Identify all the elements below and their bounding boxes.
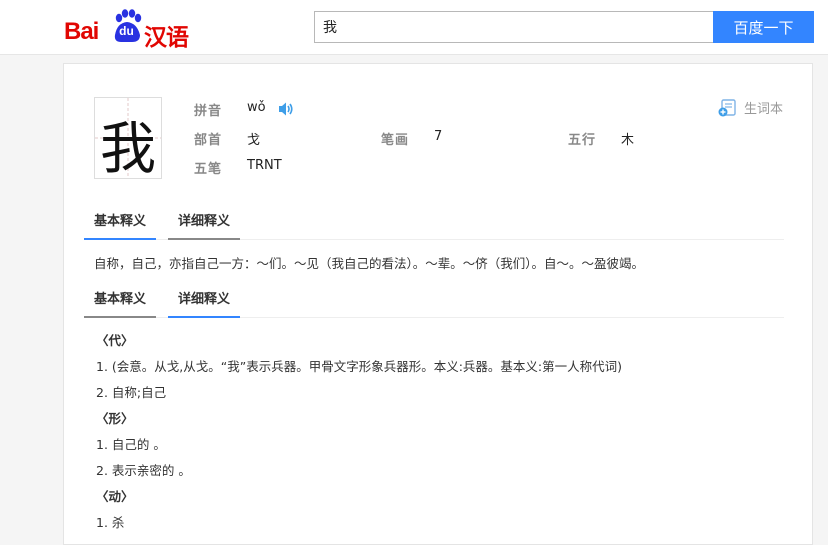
baidu-hanyu-logo[interactable]: Bai du 汉语 xyxy=(64,8,194,51)
detailed-definition-list: 〈代〉 1. (会意。从戈,从戈。“我”表示兵器。甲骨文字形象兵器形。本义:兵器… xyxy=(96,330,622,538)
tabs-lower: 基本释义 详细释义 xyxy=(84,289,784,318)
character-display: 我 xyxy=(94,97,162,179)
strokes-label: 笔画 xyxy=(381,133,410,148)
vocabulary-book-icon xyxy=(718,99,736,117)
radical-value: 戈 xyxy=(247,133,261,148)
strokes-value: 7 xyxy=(434,129,443,144)
search-button[interactable]: 百度一下 xyxy=(713,11,814,43)
definition-item: 1. 自己的 。 xyxy=(96,437,166,452)
character-glyph: 我 xyxy=(100,117,156,179)
wubi-value: TRNT xyxy=(247,158,282,173)
tab-basic-definition-2[interactable]: 基本释义 xyxy=(84,289,157,318)
logo-text-du: du xyxy=(119,24,134,38)
pinyin-value: wǒ xyxy=(247,100,266,115)
part-of-speech: 〈动〉 xyxy=(96,489,134,504)
basic-definition-text: 自称，自己，亦指自己一方：～们。～见（我自己的看法）。～辈。～侪（我们）。自～。… xyxy=(94,256,645,271)
top-bar: Bai du 汉语 百度一下 xyxy=(0,0,828,55)
wubi-label: 五笔 xyxy=(194,162,223,177)
tab-detailed-definition-2[interactable]: 详细释义 xyxy=(168,289,241,318)
tabs-upper: 基本释义 详细释义 xyxy=(84,211,784,240)
logo-text-bai: Bai xyxy=(64,18,99,45)
logo-text-hanyu: 汉语 xyxy=(144,25,189,51)
search-box xyxy=(314,11,713,43)
wuxing-label: 五行 xyxy=(568,133,597,148)
wuxing-value: 木 xyxy=(621,133,635,148)
dictionary-card: 我 拼音 wǒ 部首 戈 笔画 7 五行 木 五笔 TRNT 生词本 基本释义 … xyxy=(63,63,813,545)
pinyin-label: 拼音 xyxy=(194,104,223,119)
search-input[interactable] xyxy=(315,12,711,42)
tab-basic-definition[interactable]: 基本释义 xyxy=(84,211,157,240)
vocabulary-label: 生词本 xyxy=(744,102,784,117)
radical-label: 部首 xyxy=(194,133,223,148)
definition-item: 1. (会意。从戈,从戈。“我”表示兵器。甲骨文字形象兵器形。本义:兵器。基本义… xyxy=(96,359,623,374)
speaker-icon[interactable] xyxy=(278,101,294,117)
definition-item: 2. 表示亲密的 。 xyxy=(96,463,191,478)
part-of-speech: 〈形〉 xyxy=(96,411,134,426)
definition-item: 2. 自称;自己 xyxy=(96,385,167,400)
definition-item: 1. 杀 xyxy=(96,515,125,530)
tab-detailed-definition[interactable]: 详细释义 xyxy=(168,211,241,240)
part-of-speech: 〈代〉 xyxy=(96,333,134,348)
